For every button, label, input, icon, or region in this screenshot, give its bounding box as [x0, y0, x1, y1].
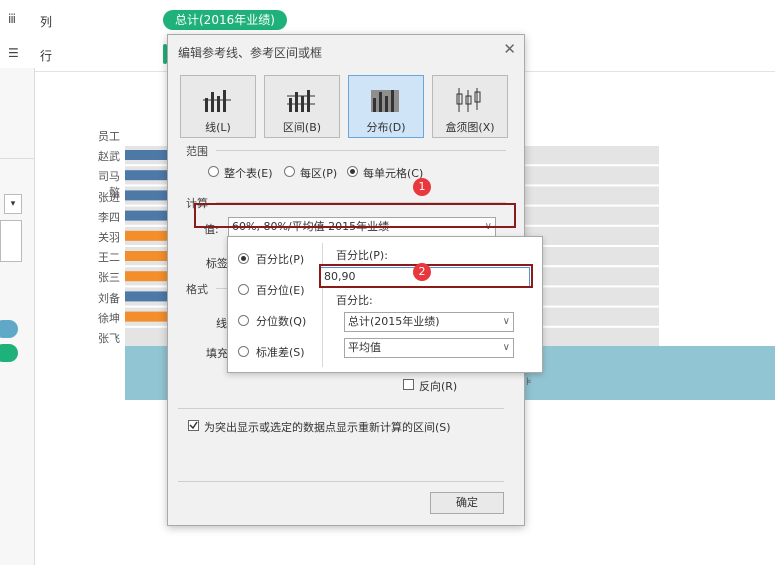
stddev-radio[interactable]: [238, 346, 249, 357]
scope-table-radio[interactable]: [208, 166, 219, 177]
reverse-label: 反向(R): [419, 380, 458, 393]
of-label: 百分比:: [336, 294, 373, 307]
boxplot-type-icon: [456, 88, 481, 112]
band-type-icon: [287, 90, 315, 112]
checkmark-icon: [189, 421, 198, 430]
ok-button[interactable]: 确定: [430, 492, 504, 514]
y-axis-label: 李四: [98, 210, 120, 224]
label-label: 标签: [206, 257, 228, 270]
y-axis-label: 关羽: [98, 231, 120, 244]
annotation-badge-1: 1: [413, 178, 431, 196]
scope-cell-label: 每单元格(C): [363, 167, 424, 180]
stddev-option: 标准差(S): [256, 346, 305, 359]
type-band-button[interactable]: 区间(B): [264, 75, 340, 138]
fill-format-label: 填充: [206, 347, 228, 360]
percent-label: 百分比(P):: [336, 249, 388, 262]
quantile-radio[interactable]: [238, 315, 249, 326]
of-dropdown-text: 总计(2015年业绩): [348, 315, 440, 328]
type-line-button[interactable]: 线(L): [180, 75, 256, 138]
format-title: 格式: [186, 283, 208, 296]
reverse-checkbox[interactable]: [403, 379, 414, 390]
y-axis-label: 员工: [98, 130, 120, 143]
y-axis-label: 赵武: [98, 150, 120, 164]
y-axis-label: 徐坤: [98, 311, 120, 325]
quantile-option: 分位数(Q): [256, 315, 307, 328]
y-axis-label: 刘备: [98, 291, 120, 305]
type-boxplot-label: 盒须图(X): [445, 121, 495, 134]
distribution-popup[interactable]: 百分比(P) 百分位(E) 分位数(Q) 标准差(S) 百分比(P): 80,9…: [227, 236, 543, 373]
distribution-type-icon: [371, 90, 399, 112]
annotation-badge-2: 2: [413, 263, 431, 281]
scope-divider: [216, 150, 506, 151]
type-line-label: 线(L): [205, 121, 231, 134]
type-distribution-button[interactable]: 分布(D): [348, 75, 424, 138]
dialog-title: 编辑参考线、参考区间或框: [178, 46, 323, 60]
type-band-label: 区间(B): [282, 121, 322, 134]
agg-dropdown[interactable]: 平均值 ∨: [344, 338, 514, 358]
y-axis-label: 王二: [98, 251, 120, 265]
y-axis-label: 张进: [98, 190, 120, 204]
close-icon[interactable]: ✕: [503, 40, 516, 58]
agg-dropdown-text: 平均值: [348, 341, 381, 354]
scope-cell-radio[interactable]: [347, 166, 358, 177]
percentile-radio[interactable]: [238, 284, 249, 295]
y-axis-label: 张飞: [98, 332, 120, 345]
format-icon[interactable]: ⊧: [526, 375, 532, 388]
percentage-radio[interactable]: [238, 253, 249, 264]
annotation-box-1: [194, 203, 516, 228]
percentage-option: 百分比(P): [256, 253, 305, 266]
line-type-icon: [203, 90, 231, 112]
footer-divider: [178, 481, 504, 482]
chevron-down-icon: ∨: [502, 316, 510, 327]
scope-pane-label: 每区(P): [300, 167, 338, 180]
popup-divider: [322, 243, 323, 367]
scope-title: 范围: [186, 145, 208, 158]
line-format-label: 线: [216, 317, 227, 330]
bottom-divider: [178, 408, 504, 409]
type-distribution-label: 分布(D): [366, 121, 406, 134]
highlight-checkbox[interactable]: [188, 420, 199, 431]
percentile-option: 百分位(E): [256, 284, 305, 297]
of-dropdown[interactable]: 总计(2015年业绩) ∨: [344, 312, 514, 332]
scope-pane-radio[interactable]: [284, 166, 295, 177]
chevron-down-icon: ∨: [502, 342, 510, 353]
highlight-label: 为突出显示或选定的数据点显示重新计算的区间(S): [204, 421, 451, 434]
y-axis-label: 张三: [98, 271, 120, 285]
type-boxplot-button[interactable]: 盒须图(X): [432, 75, 508, 138]
scope-table-label: 整个表(E): [224, 167, 273, 180]
